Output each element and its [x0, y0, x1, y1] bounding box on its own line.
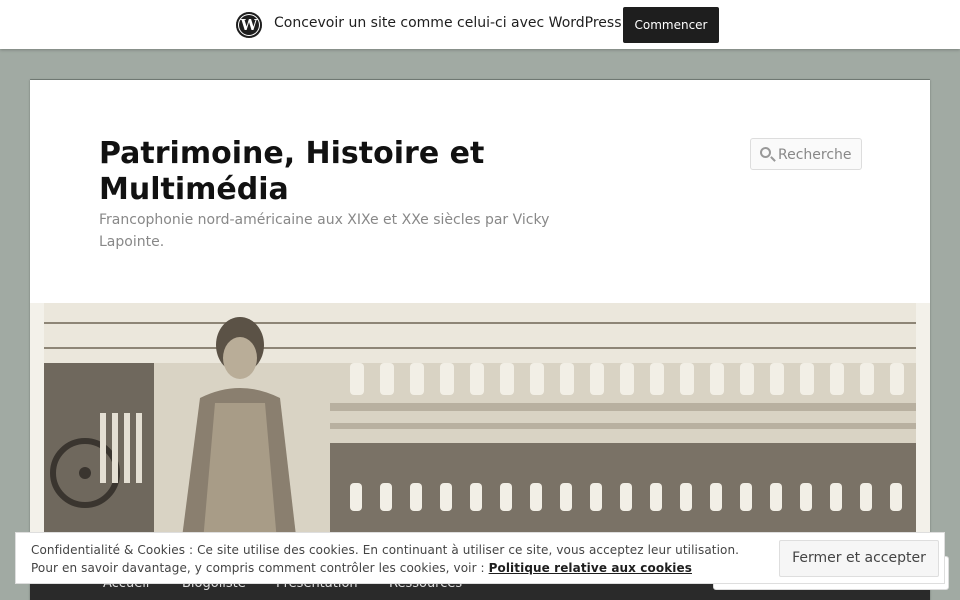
cookie-banner: Confidentialité & Cookies : Ce site util…	[15, 532, 945, 584]
wordpress-promo-bar: W Concevoir un site comme celui-ci avec …	[0, 0, 960, 49]
header-image	[30, 303, 930, 553]
cookie-line-1: Confidentialité & Cookies : Ce site util…	[31, 543, 740, 557]
mill-photo	[30, 303, 930, 553]
search-icon	[760, 147, 771, 158]
start-button[interactable]: Commencer	[623, 7, 719, 43]
promo-text: Concevoir un site comme celui-ci avec Wo…	[274, 15, 656, 31]
cookie-policy-link[interactable]: Politique relative aux cookies	[489, 561, 692, 575]
close-and-accept-button[interactable]: Fermer et accepter	[779, 540, 939, 577]
search-input[interactable]	[778, 145, 860, 165]
site-description: Francophonie nord-américaine aux XIXe et…	[99, 212, 550, 250]
search-box[interactable]	[750, 138, 862, 170]
wordpress-logo-icon[interactable]: W	[236, 12, 262, 38]
cookie-text: Confidentialité & Cookies : Ce site util…	[31, 541, 739, 577]
cookie-line-2: Pour en savoir davantage, y compris comm…	[31, 561, 489, 575]
site-title[interactable]: Patrimoine, Histoire et Multimédia	[99, 136, 599, 208]
